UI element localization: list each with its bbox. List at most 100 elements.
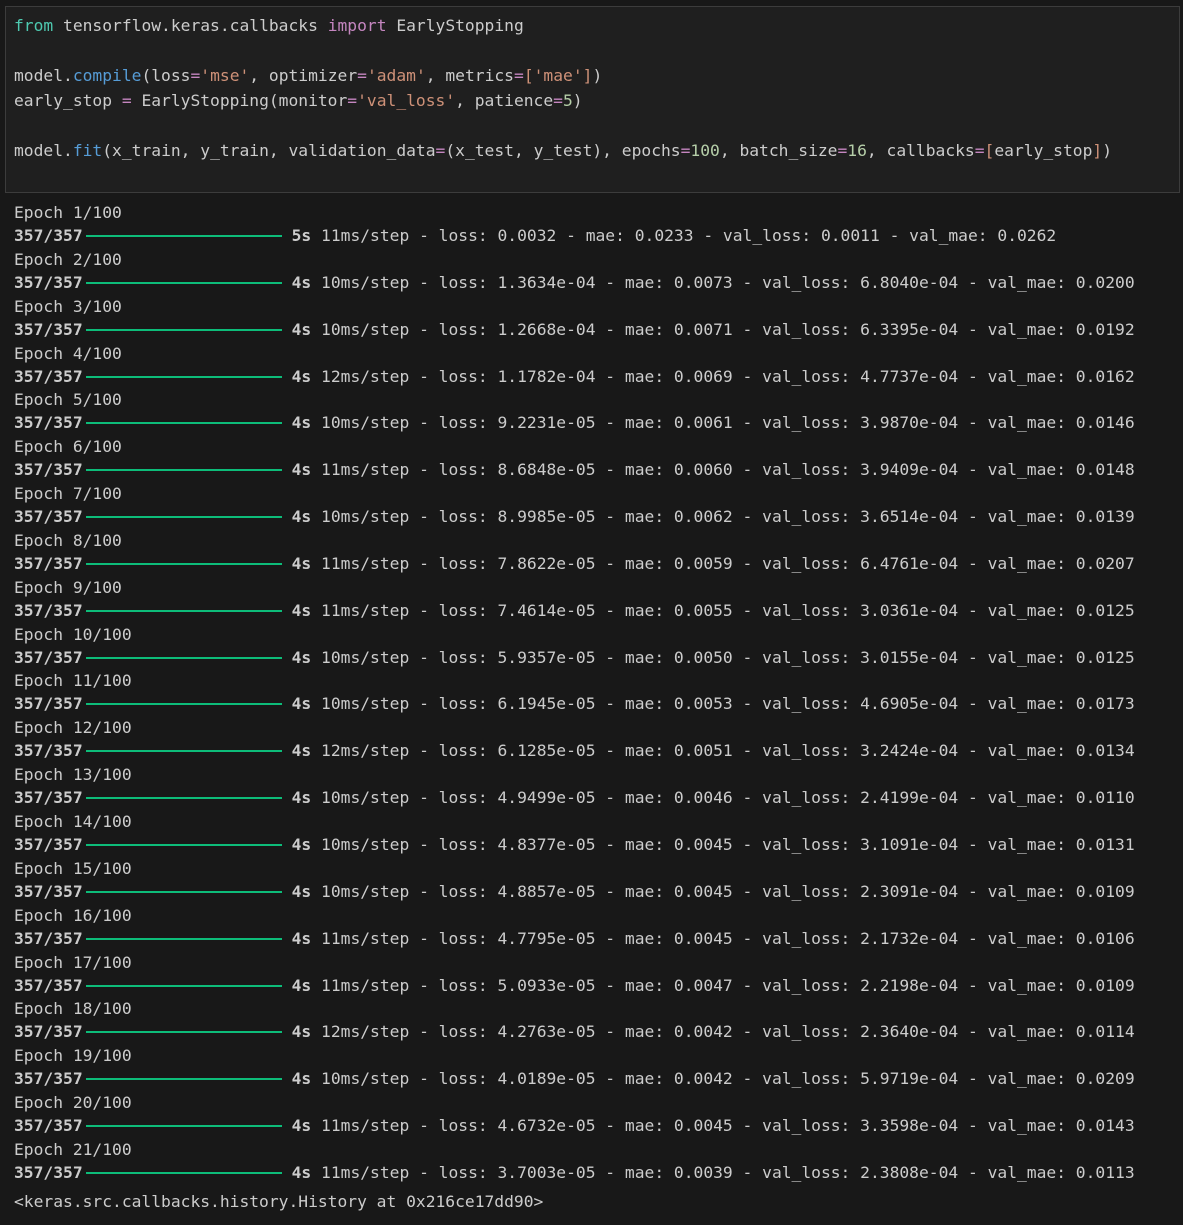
code-token: EarlyStopping(monitor: [131, 91, 348, 110]
progress-line: 357/357 5s 11ms/step - loss: 0.0032 - mae…: [14, 225, 1056, 247]
progress-line: 357/357 4s 11ms/step - loss: 3.7003e-05 -…: [14, 1162, 1135, 1184]
keyword-from: from: [14, 16, 54, 35]
epoch-metrics: 10ms/step - loss: 1.2668e-04 - mae: 0.00…: [321, 319, 1135, 339]
operator: =: [514, 66, 524, 85]
code-token: model.: [14, 66, 73, 85]
progress-bar: [85, 1031, 282, 1034]
code-token: (x_test, y_test), epochs: [445, 141, 681, 160]
step-count: 357/357: [14, 1069, 83, 1089]
step-count: 357/357: [14, 788, 83, 808]
code-line-import: from tensorflow.keras.callbacks import E…: [14, 16, 524, 36]
epoch-metrics: 10ms/step - loss: 4.0189e-05 - mae: 0.00…: [321, 1069, 1135, 1089]
code-token: early_stop: [14, 91, 122, 110]
epoch-time: 4s: [291, 1022, 312, 1042]
epoch-log-entry: Epoch 9/100 357/357 4s 11ms/step - loss: 7…: [14, 577, 1174, 624]
epoch-log-entry: Epoch 5/100 357/357 4s 10ms/step - loss: 9…: [14, 389, 1174, 436]
epoch-label: Epoch 1/100: [14, 203, 122, 222]
operator: =: [553, 91, 563, 110]
epoch-label: Epoch 14/100: [14, 811, 132, 831]
progress-bar: [85, 469, 282, 472]
epoch-label: Epoch 15/100: [14, 858, 132, 878]
operator: =: [347, 91, 358, 110]
progress-bar: [85, 750, 282, 753]
progress-line: 357/357 4s 11ms/step - loss: 4.6732e-05 -…: [14, 1115, 1135, 1137]
epoch-time: 4s: [291, 553, 312, 573]
progress-line: 357/357 4s 11ms/step - loss: 4.7795e-05 -…: [14, 928, 1135, 950]
epoch-log-entry: Epoch 16/100 357/357 4s 11ms/step - loss: …: [14, 905, 1174, 952]
progress-bar: [85, 328, 282, 331]
step-count: 357/357: [14, 460, 83, 480]
epoch-log-entry: Epoch 1/100 357/357 5s 11ms/step - loss: 0…: [14, 202, 1174, 249]
number-literal: 100: [690, 141, 720, 160]
epoch-label: Epoch 6/100: [14, 437, 122, 457]
progress-line: 357/357 4s 11ms/step - loss: 8.6848e-05 -…: [14, 459, 1135, 481]
epoch-log-entry: Epoch 13/100 357/357 4s 10ms/step - loss: …: [14, 764, 1174, 811]
epoch-time: 4s: [291, 975, 312, 995]
epoch-metrics: 10ms/step - loss: 4.9499e-05 - mae: 0.00…: [321, 788, 1135, 808]
epoch-metrics: 10ms/step - loss: 4.8377e-05 - mae: 0.00…: [321, 834, 1135, 854]
operator: =: [435, 141, 446, 160]
code-token: , metrics: [425, 66, 514, 85]
epoch-label: Epoch 3/100: [14, 296, 122, 316]
operator: =: [837, 141, 848, 160]
epoch-metrics: 10ms/step - loss: 4.8857e-05 - mae: 0.00…: [321, 881, 1135, 901]
code-token: (x_train, y_train, validation_data: [102, 141, 436, 160]
epoch-metrics: 11ms/step - loss: 4.6732e-05 - mae: 0.00…: [321, 1116, 1135, 1136]
epoch-log-entry: Epoch 4/100 357/357 4s 12ms/step - loss: 1…: [14, 343, 1174, 390]
progress-bar: [85, 235, 282, 237]
epoch-time: 4s: [291, 1116, 312, 1136]
code-token: model.: [14, 141, 73, 160]
code-token: (loss: [141, 66, 191, 85]
epoch-log-entry: Epoch 17/100 357/357 4s 11ms/step - loss: …: [14, 952, 1174, 999]
code-token: early_stop: [994, 141, 1093, 160]
progress-bar: [85, 1171, 282, 1174]
epoch-time: 4s: [291, 460, 312, 480]
epoch-log-entry: Epoch 15/100 357/357 4s 10ms/step - loss: …: [14, 858, 1174, 905]
epoch-log-entry: Epoch 11/100 357/357 4s 10ms/step - loss: …: [14, 670, 1174, 717]
epoch-time: 4s: [291, 741, 312, 761]
epoch-time: 4s: [291, 507, 312, 527]
code-token: , optimizer: [249, 66, 358, 85]
string-literal: 'adam': [366, 66, 426, 85]
epoch-metrics: 11ms/step - loss: 8.6848e-05 - mae: 0.00…: [321, 460, 1135, 480]
number-literal: 16: [847, 141, 867, 160]
epoch-time: 4s: [291, 647, 312, 667]
epoch-time: 4s: [291, 788, 312, 808]
epoch-log-entry: Epoch 10/100 357/357 4s 10ms/step - loss: …: [14, 624, 1174, 671]
step-count: 357/357: [14, 319, 83, 339]
epoch-metrics: 11ms/step - loss: 7.8622e-05 - mae: 0.00…: [321, 553, 1135, 573]
epoch-log-entry: Epoch 8/100 357/357 4s 11ms/step - loss: 7…: [14, 530, 1174, 577]
bracket: [: [984, 141, 995, 160]
epoch-time: 5s: [291, 226, 312, 245]
epoch-metrics: 10ms/step - loss: 5.9357e-05 - mae: 0.00…: [321, 647, 1135, 667]
epoch-metrics: 12ms/step - loss: 4.2763e-05 - mae: 0.00…: [321, 1022, 1135, 1042]
import-name: EarlyStopping: [386, 16, 524, 35]
step-count: 357/357: [14, 226, 83, 245]
epoch-log-entry: Epoch 6/100 357/357 4s 11ms/step - loss: 8…: [14, 436, 1174, 483]
epoch-label: Epoch 9/100: [14, 577, 122, 597]
step-count: 357/357: [14, 600, 83, 620]
epoch-time: 4s: [291, 413, 312, 433]
progress-line: 357/357 4s 10ms/step - loss: 4.0189e-05 -…: [14, 1068, 1135, 1090]
epoch-label: Epoch 2/100: [14, 249, 122, 269]
progress-line: 357/357 4s 10ms/step - loss: 6.1945e-05 -…: [14, 693, 1135, 715]
keyword-import: import: [327, 16, 387, 35]
code-line-compile: model.compile(loss='mse', optimizer='ada…: [14, 66, 602, 86]
progress-bar: [85, 890, 282, 893]
step-count: 357/357: [14, 1162, 83, 1182]
code-token: ): [572, 91, 583, 110]
progress-line: 357/357 4s 11ms/step - loss: 7.4614e-05 -…: [14, 600, 1135, 622]
code-token: , patience: [455, 91, 554, 110]
epoch-time: 4s: [291, 834, 312, 854]
epoch-metrics: 11ms/step - loss: 0.0032 - mae: 0.0233 -…: [321, 226, 1057, 245]
epoch-metrics: 10ms/step - loss: 9.2231e-05 - mae: 0.00…: [321, 413, 1135, 433]
epoch-log-entry: Epoch 12/100 357/357 4s 12ms/step - loss: …: [14, 717, 1174, 764]
epoch-metrics: 10ms/step - loss: 6.1945e-05 - mae: 0.00…: [321, 694, 1135, 714]
operator: =: [680, 141, 691, 160]
progress-line: 357/357 4s 10ms/step - loss: 4.8377e-05 -…: [14, 834, 1135, 856]
progress-line: 357/357 4s 10ms/step - loss: 1.3634e-04 -…: [14, 272, 1135, 294]
progress-bar: [85, 937, 282, 940]
progress-bar: [85, 281, 282, 284]
code-cell[interactable]: from tensorflow.keras.callbacks import E…: [5, 6, 1180, 193]
epoch-time: 4s: [291, 319, 312, 339]
